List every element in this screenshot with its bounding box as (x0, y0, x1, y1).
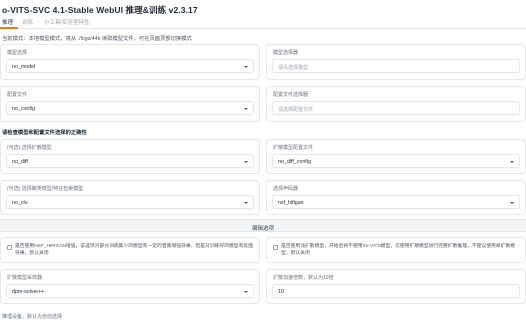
config-uploader-label: 配置文件选择器 (273, 92, 309, 98)
model-select-dropdown[interactable]: no_model (6, 59, 254, 73)
config-file-card: 配置文件 no_config (0, 86, 260, 122)
cluster-model-dropdown[interactable]: no_clu (6, 195, 254, 209)
diff-speedup-card: 扩散加速倍数，默认为10倍 10 (266, 269, 526, 304)
shallow-diff-checkbox-card: 是否使用浅扩散模型，开始后将不使用So-VITS模型，仅使用扩散模型进行完整扩散… (266, 237, 526, 263)
section-heading: 请检查模型和配置文件选择的正确性 (2, 130, 87, 136)
model-select-value: no_model (12, 63, 36, 70)
config-file-label: 配置文件 (7, 92, 28, 98)
tab-inference[interactable]: 推理 (2, 18, 13, 26)
cluster-model-value: no_clu (12, 199, 28, 206)
tab-tools[interactable]: 小工具/实验室特性 (44, 18, 90, 26)
model-uploader-placeholder: 请先选择模型 (278, 64, 309, 71)
advanced-options-label: 编辑选项 (251, 225, 274, 232)
model-select-card: 模型选择 no_model (0, 44, 260, 80)
chevron-down-icon (244, 160, 248, 163)
cluster-model-label: (可选) 选择聚类模型/特征检索模型 (7, 186, 84, 192)
diff-speedup-input[interactable]: 10 (272, 284, 520, 298)
vocoder-dropdown[interactable]: nsf_hifigan (272, 195, 520, 209)
diff-model-value: no_diff (12, 158, 28, 165)
enhance-checkbox-card: 是否使用NSF_HIFIGAN增强，该选项对部分训练集少的模型有一定的音质增强效… (0, 237, 260, 263)
diff-model-label: (可选) 选择扩散模型 (7, 145, 52, 151)
chevron-down-icon (510, 201, 514, 204)
device-label: 推理设备，默认为自动选择 (2, 314, 63, 320)
model-uploader-label: 模型选择器 (273, 50, 299, 56)
chevron-down-icon (244, 290, 248, 293)
diff-config-card: 扩散模型配置文件 no_diff_config (266, 139, 526, 174)
diff-sampler-card: 扩散模型采样器 dpm-solver++ (0, 269, 260, 304)
config-file-value: no_config (12, 105, 35, 112)
vocoder-value: nsf_hifigan (278, 199, 304, 206)
cluster-model-card: (可选) 选择聚类模型/特征检索模型 no_clu (0, 180, 260, 215)
vocoder-card: 选择声码器 nsf_hifigan (266, 180, 526, 215)
config-uploader-field[interactable]: 请选择配置文件 (272, 101, 520, 115)
diff-sampler-value: dpm-solver++ (12, 288, 45, 295)
diff-config-value: no_diff_config (278, 158, 311, 165)
diff-speedup-value: 10 (278, 288, 284, 295)
chevron-down-icon (244, 201, 248, 204)
diff-model-card: (可选) 选择扩散模型 no_diff (0, 139, 260, 174)
chevron-down-icon (244, 107, 248, 110)
chevron-down-icon (244, 65, 248, 68)
tab-bar: 推理 训练 小工具/实验室特性 (0, 16, 526, 29)
tab-training[interactable]: 训练 (22, 18, 33, 26)
vocoder-label: 选择声码器 (273, 186, 299, 192)
chevron-down-icon (510, 160, 514, 163)
config-uploader-placeholder: 请选择配置文件 (278, 106, 314, 113)
config-uploader-card: 配置文件选择器 请选择配置文件 (266, 86, 526, 122)
advanced-options-toggle[interactable]: 编辑选项 (0, 219, 526, 232)
shallow-diff-checkbox-label: 是否使用浅扩散模型，开始后将不使用So-VITS模型，仅使用扩散模型进行完整扩散… (281, 244, 515, 256)
model-uploader-card: 模型选择器 请先选择模型 (266, 44, 526, 80)
model-uploader-field[interactable]: 请先选择模型 (272, 59, 520, 73)
shallow-diff-checkbox[interactable] (273, 245, 278, 250)
app-title: o-VITS-SVC 4.1-Stable WebUI 推理&训练 v2.3.1… (2, 5, 198, 15)
mode-description: 当前模式：本地模型模式，将从 ./logs/44k 读取模型文件，可在页面顶部切… (2, 36, 192, 42)
model-select-label: 模型选择 (7, 50, 28, 56)
active-tab-indicator (0, 27, 18, 29)
diff-config-label: 扩散模型配置文件 (273, 145, 314, 151)
diff-speedup-label: 扩散加速倍数，默认为10倍 (273, 275, 334, 281)
diff-model-dropdown[interactable]: no_diff (6, 154, 254, 168)
config-file-dropdown[interactable]: no_config (6, 101, 254, 115)
diff-sampler-dropdown[interactable]: dpm-solver++ (6, 284, 254, 298)
diff-config-dropdown[interactable]: no_diff_config (272, 154, 520, 168)
enhance-checkbox-label: 是否使用NSF_HIFIGAN增强，该选项对部分训练集少的模型有一定的音质增强效… (15, 244, 253, 256)
diff-sampler-label: 扩散模型采样器 (7, 275, 43, 281)
enhance-checkbox[interactable] (7, 245, 12, 250)
